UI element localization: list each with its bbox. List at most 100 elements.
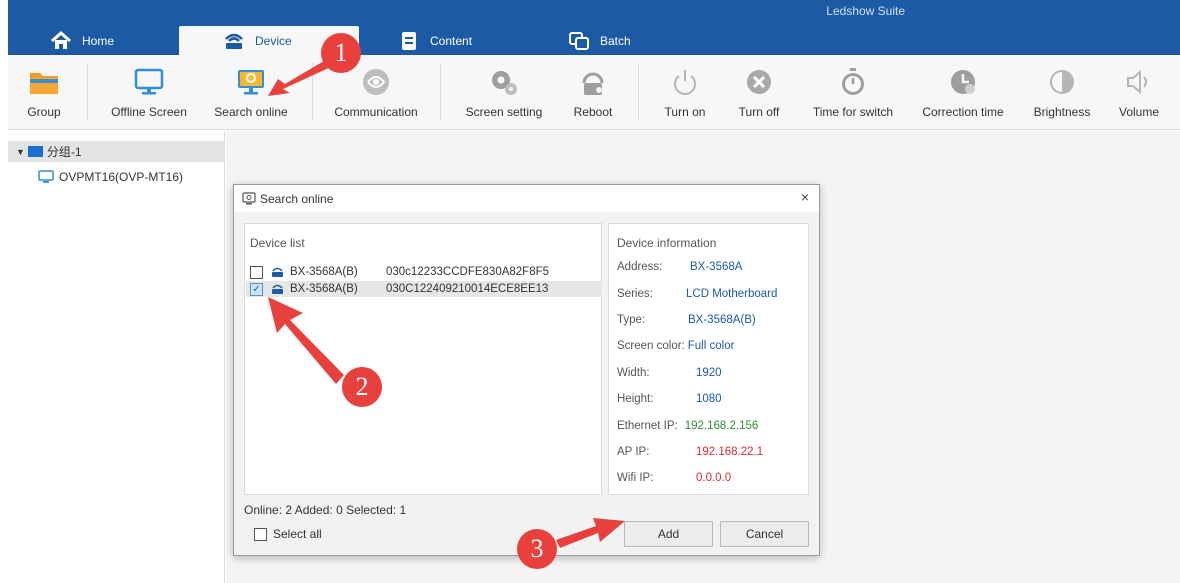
device-row[interactable]: BX-3568A(B) 030c12233CCDFE830A82F8F5 [250, 264, 602, 280]
group-label: Group [27, 105, 61, 119]
reboot-label: Reboot [573, 105, 613, 119]
tab-batch[interactable]: Batch [568, 26, 631, 55]
communication-icon [359, 65, 393, 99]
power-icon [668, 65, 702, 99]
close-icon[interactable]: × [801, 189, 809, 205]
device-checkbox[interactable] [250, 265, 263, 279]
group-button[interactable]: Group [22, 55, 66, 130]
tree-group-label: 分组-1 [46, 145, 82, 159]
title-bar: Ledshow Suite Home Device Content Batch [8, 0, 1180, 55]
dialog-title: Search online [260, 191, 334, 206]
info-row-ap-ip: AP IP: 192.168.22.1 [617, 444, 763, 460]
offline-screen-label: Offline Screen [111, 105, 187, 119]
info-row-type: Type: BX-3568A(B) [617, 312, 756, 328]
device-list-title: Device list [250, 236, 305, 250]
time-for-switch-button[interactable]: Time for switch [808, 55, 898, 130]
select-all-box[interactable] [254, 527, 267, 541]
document-icon [398, 30, 420, 52]
device-row-selected[interactable]: ✓ BX-3568A(B) 030C122409210014ECE8EE13 [246, 281, 602, 297]
tree-device-item[interactable]: OVPMT16(OVP-MT16) [38, 167, 183, 187]
device-info-title: Device information [617, 236, 717, 250]
info-label: Ethernet IP: [617, 420, 678, 432]
info-label: Type: [617, 314, 646, 326]
info-value: 1920 [696, 367, 722, 379]
settings-icon [487, 65, 521, 99]
tab-home[interactable]: Home [50, 26, 114, 55]
ribbon-separator [440, 63, 441, 121]
turn-off-label: Turn off [738, 105, 780, 119]
annotation-badge-1: 1 [321, 33, 361, 73]
brightness-icon [1045, 65, 1079, 99]
cancel-button[interactable]: Cancel [720, 521, 809, 547]
correction-time-button[interactable]: Correction time [920, 55, 1006, 130]
app-title: Ledshow Suite [826, 4, 905, 18]
expand-arrow-icon[interactable]: ▼ [16, 147, 25, 157]
annotation-badge-3: 3 [517, 529, 557, 569]
turn-on-button[interactable]: Turn on [660, 55, 710, 130]
info-value: 1080 [696, 393, 722, 405]
info-row-wifi-ip: Wifi IP: 0.0.0.0 [617, 470, 731, 486]
info-value: 0.0.0.0 [696, 472, 732, 484]
info-label: Height: [617, 393, 654, 405]
brightness-button[interactable]: Brightness [1032, 55, 1092, 130]
search-monitor-icon [242, 191, 256, 206]
device-checkbox-checked[interactable]: ✓ [250, 282, 263, 296]
info-label: Width: [617, 367, 650, 379]
device-name: BX-3568A(B) [290, 266, 358, 278]
offline-screen-button[interactable]: Offline Screen [106, 55, 192, 130]
ribbon-separator [638, 63, 639, 121]
tab-content[interactable]: Content [398, 26, 472, 55]
tree-device-label: OVPMT16(OVP-MT16) [59, 170, 184, 184]
search-monitor-icon [234, 65, 268, 99]
tab-batch-label: Batch [600, 33, 631, 48]
volume-icon [1122, 65, 1156, 99]
info-value: LCD Motherboard [686, 288, 778, 300]
info-row-ethernet-ip: Ethernet IP: 192.168.2.156 [617, 418, 758, 434]
search-online-dialog: Search online × Device list BX-3568A(B) … [233, 184, 820, 556]
device-name: BX-3568A(B) [290, 283, 358, 295]
info-row-series: Series: LCD Motherboard [617, 286, 777, 302]
correction-time-label: Correction time [922, 105, 1004, 119]
status-text: Online: 2 Added: 0 Selected: 1 [244, 503, 407, 517]
folder-icon [27, 146, 43, 157]
device-id: 030c12233CCDFE830A82F8F5 [386, 266, 550, 278]
info-value: BX-3568A [690, 261, 743, 273]
turn-off-button[interactable]: Turn off [734, 55, 784, 130]
device-icon [271, 266, 284, 278]
device-icon [223, 30, 245, 52]
screen-setting-label: Screen setting [465, 105, 543, 119]
screen-setting-button[interactable]: Screen setting [464, 55, 544, 130]
device-tree-panel: ▼ 分组-1 OVPMT16(OVP-MT16) [8, 131, 225, 583]
turn-off-icon [742, 65, 776, 99]
home-icon [50, 30, 72, 52]
info-label: AP IP: [617, 446, 650, 458]
dialog-header: Search online × [234, 185, 819, 212]
reboot-icon [576, 65, 610, 99]
tree-group-item[interactable]: ▼ 分组-1 [8, 141, 225, 162]
ribbon-separator [87, 63, 88, 121]
device-id: 030C122409210014ECE8EE13 [386, 283, 549, 295]
brightness-label: Brightness [1033, 105, 1091, 119]
monitor-icon [38, 170, 54, 184]
search-online-label: Search online [214, 105, 288, 119]
clock-icon [946, 65, 980, 99]
copy-icon [568, 30, 590, 52]
reboot-button[interactable]: Reboot [568, 55, 618, 130]
select-all-label: Select all [273, 527, 322, 541]
search-online-button[interactable]: Search online [211, 55, 291, 130]
info-row-screen-color: Screen color: Full color [617, 338, 734, 354]
info-value: BX-3568A(B) [688, 314, 756, 326]
tab-home-label: Home [82, 33, 115, 48]
time-for-switch-label: Time for switch [812, 105, 894, 119]
folder-icon [27, 65, 61, 99]
info-value: 192.168.2.156 [684, 420, 759, 432]
info-row-address: Address: BX-3568A [617, 259, 742, 275]
add-button[interactable]: Add [624, 521, 713, 547]
ribbon-separator [312, 63, 313, 121]
volume-label: Volume [1118, 105, 1160, 119]
volume-button[interactable]: Volume [1116, 55, 1162, 130]
select-all-checkbox[interactable]: Select all [254, 527, 322, 541]
tab-content-label: Content [430, 33, 473, 48]
info-label: Wifi IP: [617, 472, 654, 484]
stopwatch-icon [836, 65, 870, 99]
